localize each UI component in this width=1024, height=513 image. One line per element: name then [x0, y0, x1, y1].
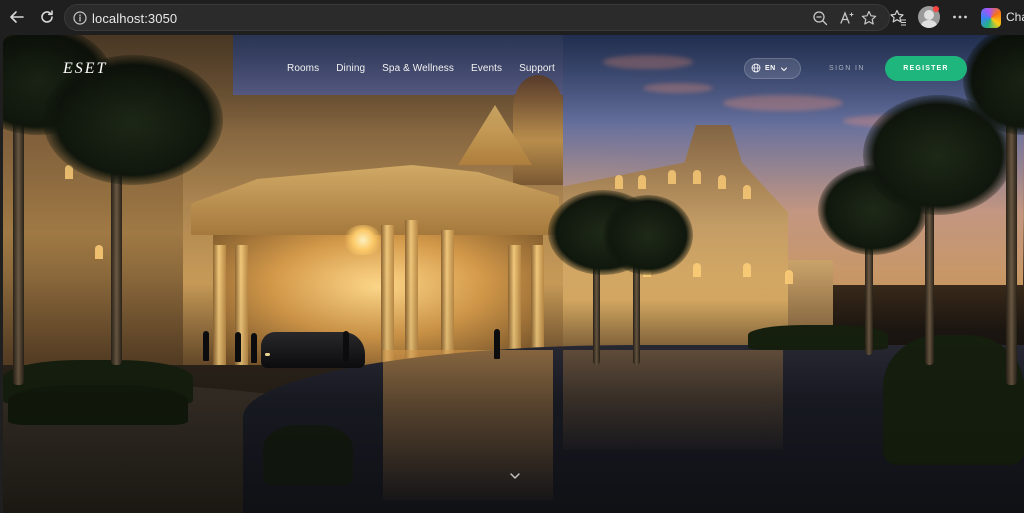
more-icon[interactable] [951, 8, 969, 26]
sign-in-link[interactable]: SIGN IN [829, 65, 865, 72]
browser-toolbar: localhost:3050 Cha [0, 0, 1024, 35]
reload-icon[interactable] [36, 6, 58, 28]
main-nav: Rooms Dining Spa & Wellness Events Suppo… [287, 63, 572, 74]
language-selector[interactable]: EN [744, 58, 801, 79]
url-text: localhost:3050 [92, 11, 178, 26]
copilot-label[interactable]: Cha [1006, 10, 1024, 24]
favorites-icon[interactable] [889, 8, 907, 26]
nav-item-support[interactable]: Support [519, 63, 555, 74]
scroll-down-chevron-icon[interactable] [508, 469, 522, 483]
overlay [3, 35, 1024, 513]
nav-item-events[interactable]: Events [471, 63, 502, 74]
hero-section: ESET Rooms Dining Spa & Wellness Events … [3, 35, 1024, 513]
info-icon[interactable] [73, 11, 87, 25]
zoom-icon[interactable] [812, 10, 828, 26]
copilot-icon[interactable] [981, 8, 1001, 28]
globe-icon [751, 60, 761, 78]
nav-item-rooms[interactable]: Rooms [287, 63, 319, 74]
read-aloud-icon[interactable] [839, 10, 855, 26]
nav-item-spa-wellness[interactable]: Spa & Wellness [382, 63, 454, 74]
language-code: EN [765, 65, 776, 72]
back-arrow-icon[interactable] [6, 6, 28, 28]
nav-item-dining[interactable]: Dining [336, 63, 365, 74]
brand-logo[interactable]: ESET [63, 60, 107, 78]
address-bar[interactable]: localhost:3050 [64, 4, 890, 31]
profile-badge [933, 6, 939, 12]
register-button[interactable]: REGISTER [885, 56, 967, 81]
chevron-down-icon [780, 60, 788, 78]
favorite-star-icon[interactable] [861, 10, 877, 26]
